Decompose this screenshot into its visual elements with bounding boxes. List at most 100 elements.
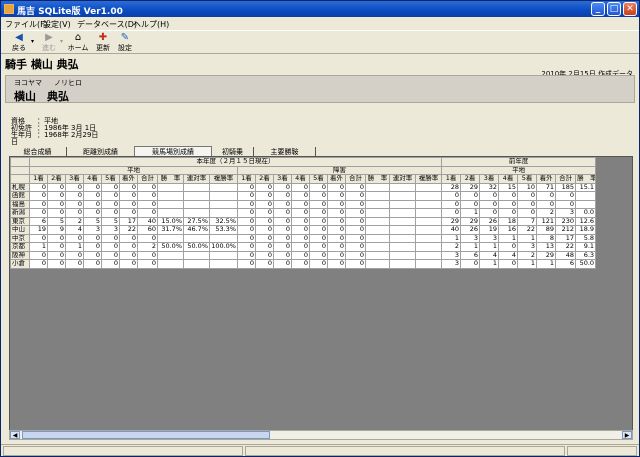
menu-file[interactable]: ファイル(F)	[5, 19, 48, 30]
table-cell: 0	[345, 225, 366, 235]
table-cell: 0	[137, 259, 158, 269]
column-header[interactable]: 1着	[237, 174, 256, 184]
table-cell	[389, 191, 416, 201]
table-cell: 100.0%	[209, 242, 238, 252]
back-button[interactable]: ◀ 戻る	[9, 32, 29, 54]
column-header[interactable]: 3着	[479, 174, 500, 184]
column-header[interactable]: 4着	[291, 174, 310, 184]
table-cell: 0	[498, 199, 519, 209]
table-row[interactable]: 中山 19 9 4 3 3 22 60 31.7% 46.7% 53.3% 0 0 0 0 0 0 0 40 26 19…	[10, 225, 597, 235]
column-header[interactable]: 2着	[255, 174, 274, 184]
table-row[interactable]: 札幌 0 0 0 0 0 0 0 0 0 0 0 0 0 0 28 29 32 15 10 71 185 15.1	[10, 182, 597, 192]
row-label: 札幌	[10, 182, 30, 192]
table-cell: 0	[460, 199, 481, 209]
column-header[interactable]: 4着	[498, 174, 519, 184]
column-header[interactable]: 5着	[101, 174, 120, 184]
column-header[interactable]: 勝 率	[575, 174, 597, 184]
table-cell: 0	[273, 216, 292, 226]
maximize-button[interactable]: □	[607, 2, 621, 16]
column-header[interactable]: 1着	[29, 174, 48, 184]
menu-database[interactable]: データベース(D)	[77, 19, 137, 30]
header-flat: 平地	[29, 165, 238, 175]
refresh-button[interactable]: ✚ 更新	[93, 32, 113, 54]
table-cell	[365, 233, 390, 243]
home-button[interactable]: ⌂ ホーム	[67, 32, 89, 54]
table-cell: 3	[460, 233, 481, 243]
table-row[interactable]: 福島 0 0 0 0 0 0 0 0 0 0 0 0 0 0 0 0 0 0 0 0 0	[10, 199, 597, 209]
column-header[interactable]: 勝 率	[365, 174, 390, 184]
table-row[interactable]: 函館 0 0 0 0 0 0 0 0 0 0 0 0 0 0 0 0 0 0 0 0 0	[10, 191, 597, 201]
table-cell: 40	[441, 225, 462, 235]
scroll-left-icon[interactable]: ◀	[10, 431, 20, 439]
results-grid[interactable]: 本年度（２月１５日現在） 前年度 平地 障害 平地 1着 2着 3着 4着 5着 着外 合計…	[9, 156, 633, 440]
column-header[interactable]: 複勝率	[209, 174, 238, 184]
table-cell: 0	[237, 225, 256, 235]
table-cell: 0	[29, 191, 48, 201]
table-row[interactable]: 新潟 0 0 0 0 0 0 0 0 0 0 0 0 0 0 0 1 0 0 0 2 3 0.0	[10, 208, 597, 218]
status-cell	[567, 446, 637, 456]
column-header[interactable]: 着外	[119, 174, 138, 184]
forward-dropdown-icon[interactable]: ▾	[60, 38, 63, 45]
table-cell	[414, 259, 443, 269]
table-cell: 0	[119, 250, 138, 260]
table-cell: 0	[273, 208, 292, 218]
table-cell: 0	[273, 225, 292, 235]
table-cell: 1	[479, 242, 500, 252]
column-header[interactable]: 合計	[555, 174, 577, 184]
title-bar[interactable]: 馬吉 SQLite版 Ver1.00 _ □ ✕	[1, 1, 639, 17]
table-cell: 10	[517, 182, 538, 192]
table-cell	[389, 182, 416, 192]
table-cell: 0	[119, 259, 138, 269]
table-cell: 0	[345, 259, 366, 269]
window-title: 馬吉 SQLite版 Ver1.00	[17, 7, 123, 17]
table-cell: 29	[536, 250, 557, 260]
table-cell: 0	[83, 242, 102, 252]
close-button[interactable]: ✕	[623, 2, 637, 16]
column-header[interactable]: 連対率	[183, 174, 210, 184]
column-header[interactable]: 合計	[345, 174, 366, 184]
column-header[interactable]: 着外	[327, 174, 346, 184]
settings-button[interactable]: ✎ 設定	[115, 32, 135, 54]
column-header[interactable]: 4着	[83, 174, 102, 184]
column-header[interactable]: 合計	[137, 174, 158, 184]
table-cell	[389, 225, 416, 235]
scroll-right-icon[interactable]: ▶	[622, 431, 632, 439]
table-cell: 0	[498, 208, 519, 218]
column-header[interactable]: 連対率	[389, 174, 416, 184]
table-row[interactable]: 東京 6 5 2 5 5 17 40 15.0% 27.5% 32.5% 0 0 0 0 0 0 0 29 29 26 1…	[10, 216, 597, 226]
column-header[interactable]: 1着	[441, 174, 462, 184]
back-dropdown-icon[interactable]: ▾	[31, 38, 34, 45]
forward-button[interactable]: ▶ 進む	[39, 32, 59, 54]
column-header[interactable]: 2着	[47, 174, 66, 184]
column-header[interactable]: 3着	[273, 174, 292, 184]
minimize-button[interactable]: _	[591, 2, 605, 16]
horizontal-scrollbar[interactable]: ◀ ▶	[9, 430, 633, 440]
table-cell	[414, 216, 443, 226]
column-header[interactable]: 勝 率	[157, 174, 184, 184]
table-cell: 0	[237, 182, 256, 192]
header-prev-flat: 平地	[441, 165, 597, 175]
column-header[interactable]: 5着	[517, 174, 538, 184]
scroll-thumb[interactable]	[22, 431, 270, 439]
table-cell: 0	[498, 259, 519, 269]
table-row[interactable]: 阪神 0 0 0 0 0 0 0 0 0 0 0 0 0 0 3 6 4 4 2 29 48 6.3	[10, 250, 597, 260]
table-row[interactable]: 小倉 0 0 0 0 0 0 0 0 0 0 0 0 0 0 3 0 1 0 1 1 6 50.0	[10, 259, 597, 269]
table-cell	[183, 250, 210, 260]
table-cell	[365, 250, 390, 260]
table-cell	[389, 259, 416, 269]
column-header[interactable]: 3着	[65, 174, 84, 184]
table-cell: 0	[47, 259, 66, 269]
table-cell: 0	[255, 182, 274, 192]
column-header[interactable]: 複勝率	[414, 174, 443, 184]
column-header[interactable]: 2着	[460, 174, 481, 184]
menu-help[interactable]: ヘルプ(H)	[133, 19, 169, 30]
table-cell: 3	[517, 242, 538, 252]
table-cell	[365, 208, 390, 218]
menu-settings[interactable]: 設定(V)	[43, 19, 71, 30]
table-cell: 0	[137, 250, 158, 260]
jockey-info: 資格 ：平地 初免許 ：1986年 3月 1日 生年月日 ：1968年 2月29日	[11, 118, 98, 146]
column-header[interactable]: 5着	[309, 174, 328, 184]
table-row[interactable]: 中京 0 0 0 0 0 0 0 0 0 0 0 0 0 0 1 3 3 1 1 8 17 5.8	[10, 233, 597, 243]
table-row[interactable]: 京都 1 0 1 0 0 0 2 50.0% 50.0% 100.0% 0 0 0 0 0 0 0 2 1 1 0 3 13 2…	[10, 242, 597, 252]
column-header[interactable]: 着外	[536, 174, 557, 184]
